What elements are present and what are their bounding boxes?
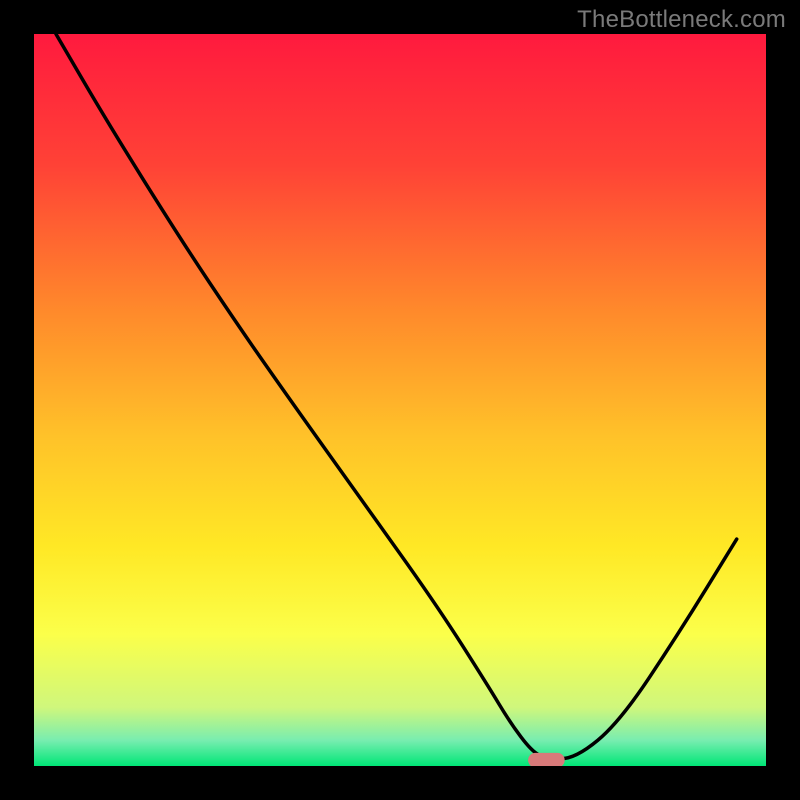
bottleneck-chart: TheBottleneck.com <box>0 0 800 800</box>
gradient-background <box>34 34 766 766</box>
watermark-text: TheBottleneck.com <box>577 6 786 34</box>
chart-svg <box>0 0 800 800</box>
optimal-marker <box>528 753 565 768</box>
